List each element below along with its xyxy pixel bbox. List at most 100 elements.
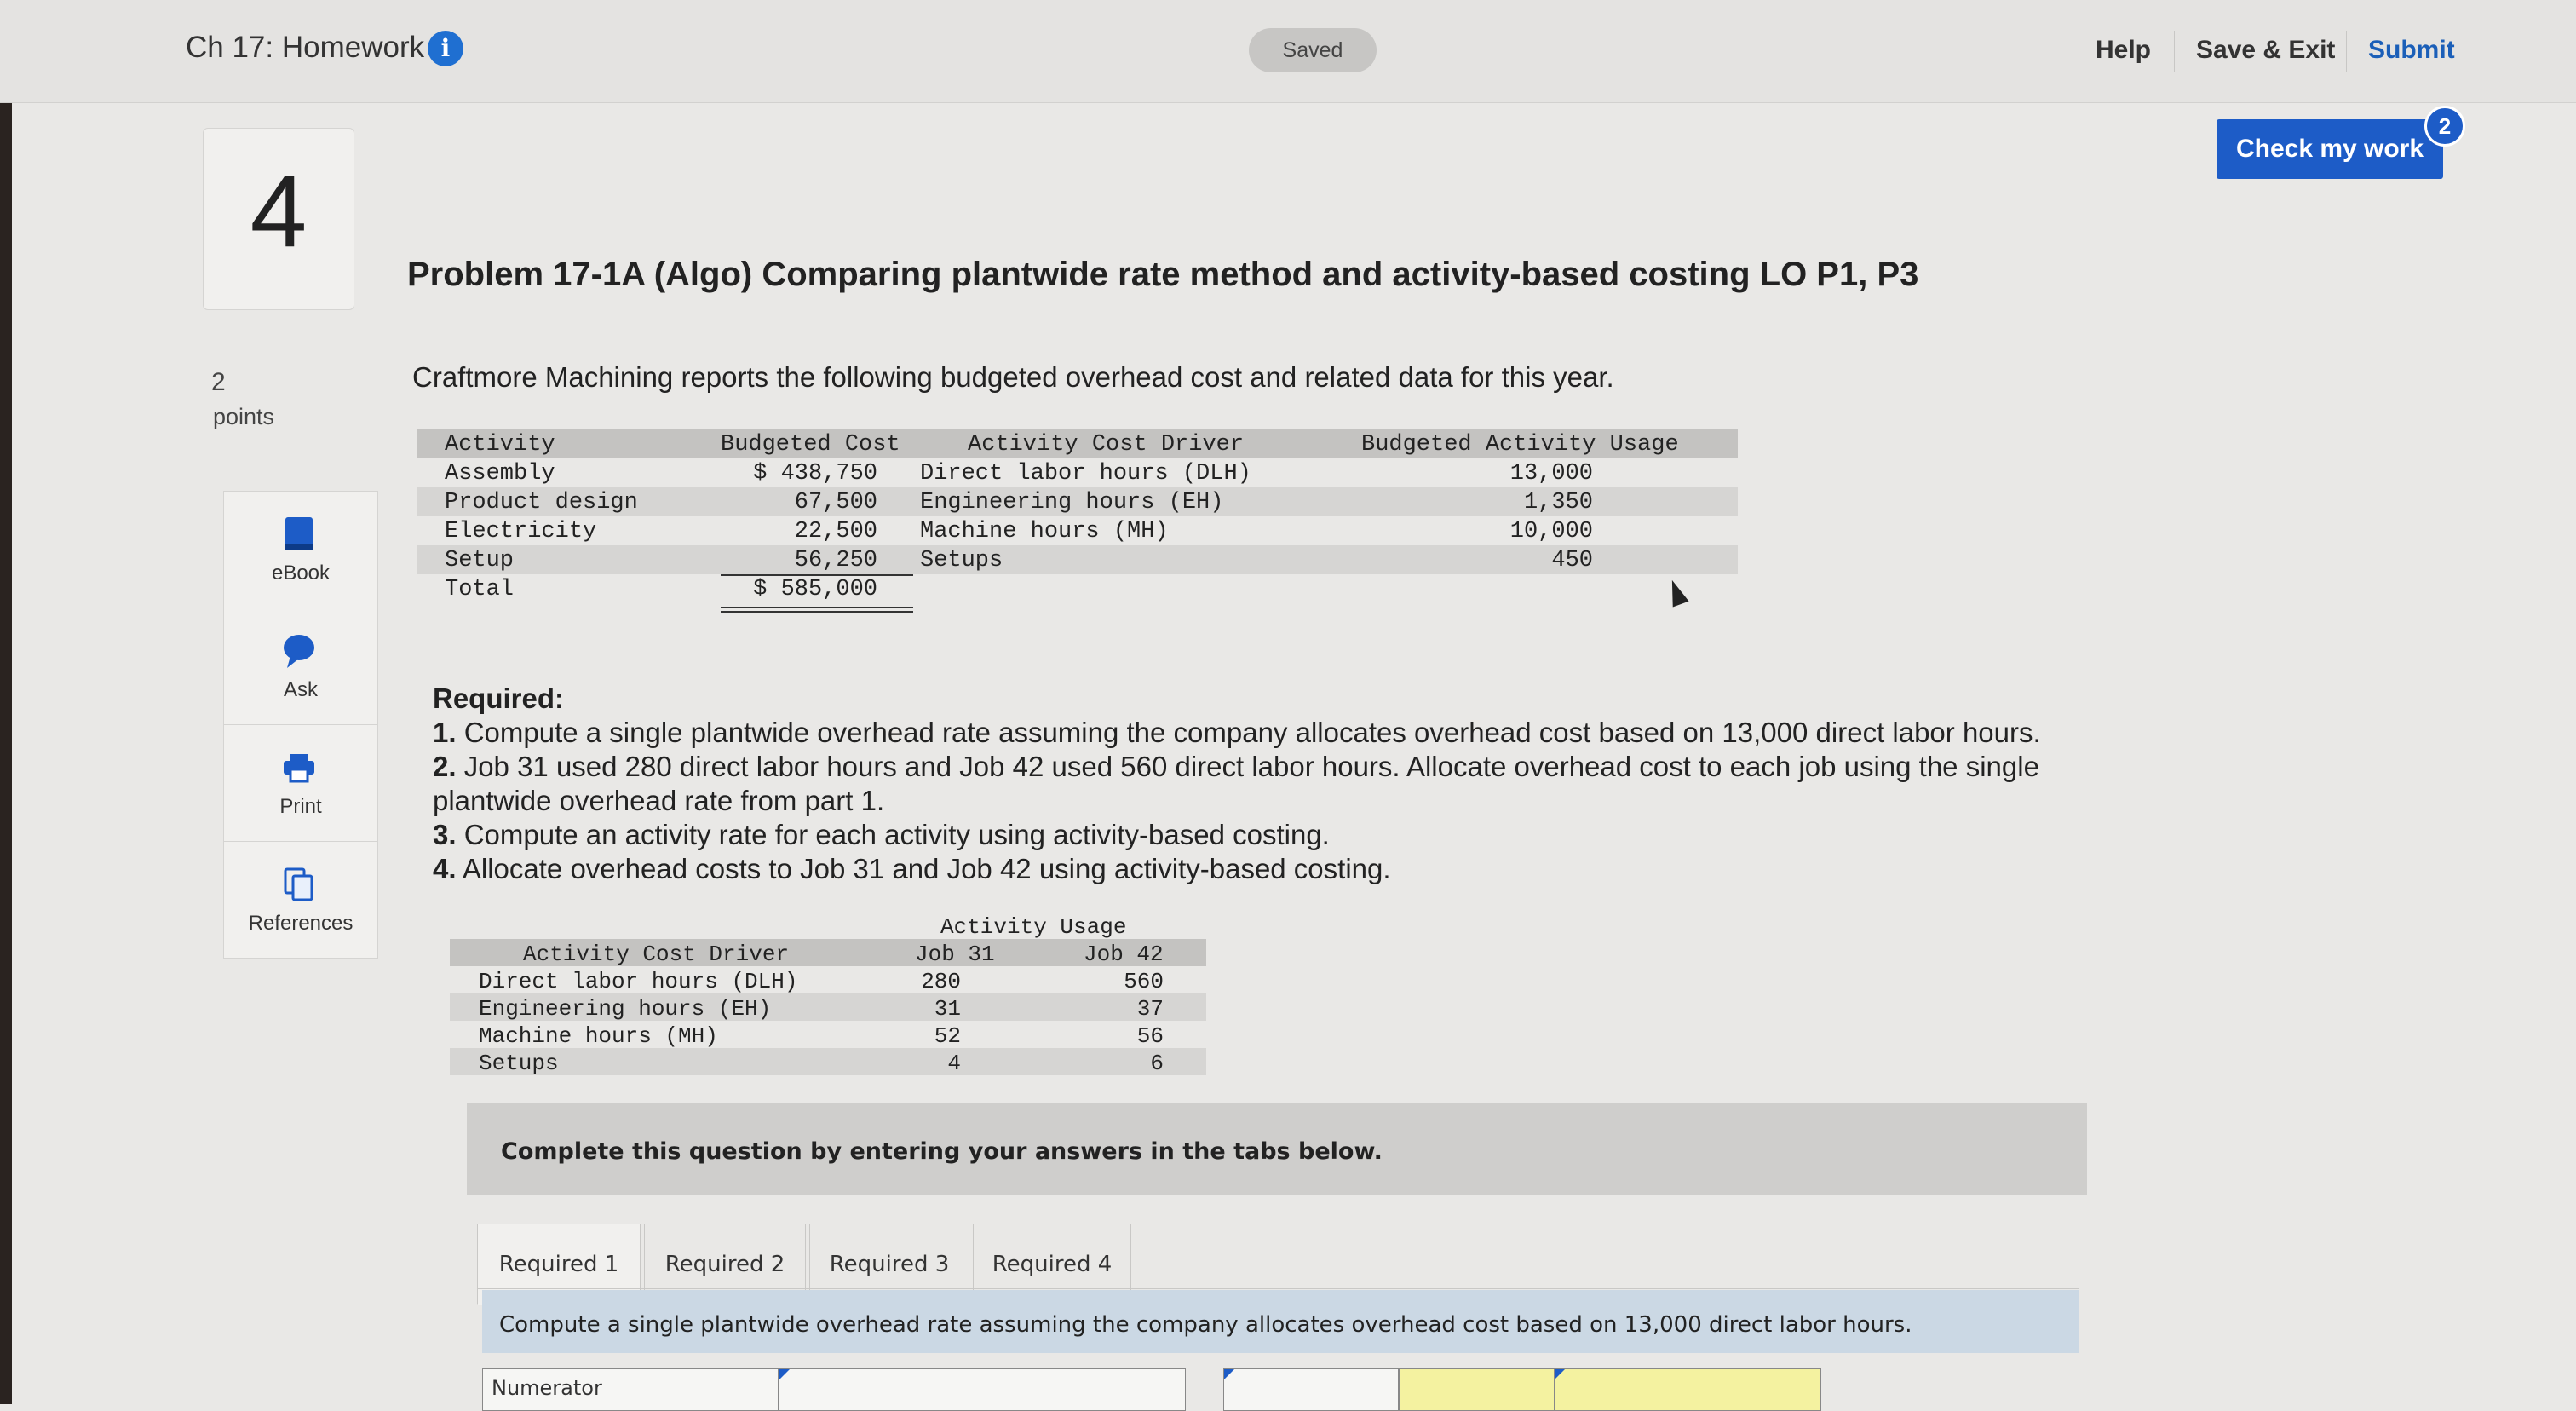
table-row: Assembly $ 438,750 Direct labor hours (D… xyxy=(417,458,1738,487)
table-row: Setups 4 6 xyxy=(450,1048,1206,1076)
column-header: Activity Cost Driver xyxy=(523,942,790,967)
check-work-count-badge: 2 xyxy=(2424,106,2465,147)
required-item: 4. Allocate overhead costs to Job 31 and… xyxy=(433,852,2085,886)
required-item-text: Compute a single plantwide overhead rate… xyxy=(456,717,2041,748)
table-row: Direct labor hours (DLH) 280 560 xyxy=(450,966,1206,994)
column-header: Budgeted Cost xyxy=(721,432,900,458)
required-instructions: Required: 1. Compute a single plantwide … xyxy=(433,682,2085,886)
driver-cell: Engineering hours (EH) xyxy=(479,996,772,1022)
usage-cell: 13,000 xyxy=(1509,461,1593,487)
total-double-rule xyxy=(721,607,913,608)
column-header: Budgeted Activity Usage xyxy=(1361,432,1679,458)
points-label: points xyxy=(213,404,275,429)
input-flag-icon xyxy=(779,1369,790,1379)
panel-text: Complete this question by entering your … xyxy=(501,1138,1383,1165)
book-icon xyxy=(285,517,313,550)
question-number: 4 xyxy=(250,154,308,268)
job31-cell: 52 xyxy=(934,1023,961,1049)
cost-cell: $ 438,750 xyxy=(753,461,877,487)
table-total-row: Total $ 585,000 xyxy=(417,574,1738,603)
column-header: Activity xyxy=(445,432,555,458)
driver-cell: Machine hours (MH) xyxy=(920,519,1169,544)
usage-cell: 10,000 xyxy=(1509,519,1593,544)
activity-cell: Assembly xyxy=(445,461,555,487)
total-double-rule xyxy=(721,611,913,613)
denominator-input[interactable] xyxy=(1223,1368,1399,1411)
sidebar-item-label: Ask xyxy=(283,678,318,701)
job42-cell: 6 xyxy=(1150,1051,1164,1076)
sidebar-item-label: References xyxy=(248,912,354,935)
cost-cell: 22,500 xyxy=(794,519,877,544)
numerator-input[interactable] xyxy=(779,1368,1186,1411)
group-header: Activity Usage xyxy=(940,914,1127,940)
table-group-header-row: Activity Usage xyxy=(450,912,1206,942)
required-item-number: 1. xyxy=(433,717,457,748)
left-edge-shadow xyxy=(0,0,12,1404)
table-row: Machine hours (MH) 52 56 xyxy=(450,1021,1206,1049)
job31-cell: 4 xyxy=(947,1051,961,1076)
check-my-work-button[interactable]: Check my work xyxy=(2217,119,2443,179)
column-header: Job 42 xyxy=(1084,942,1164,967)
divider xyxy=(2174,31,2175,72)
info-icon[interactable]: i xyxy=(428,31,463,66)
tab-divider xyxy=(477,1288,2079,1289)
sidebar-item-ebook[interactable]: eBook xyxy=(224,492,377,608)
required-title: Required: xyxy=(433,682,565,714)
help-link[interactable]: Help xyxy=(2096,36,2151,65)
required-item: 1. Compute a single plantwide overhead r… xyxy=(433,716,2085,750)
sidebar-item-references[interactable]: References xyxy=(224,842,377,958)
table-header-row: Activity Budgeted Cost Activity Cost Dri… xyxy=(417,429,1738,458)
chat-bubble-icon xyxy=(284,635,314,668)
assignment-title: Ch 17: Homework xyxy=(186,31,425,64)
tab-instruction-bar: Compute a single plantwide overhead rate… xyxy=(482,1290,2079,1353)
submit-link[interactable]: Submit xyxy=(2368,36,2455,65)
activity-cell: Electricity xyxy=(445,519,597,544)
answer-instructions-panel: Complete this question by entering your … xyxy=(467,1103,2087,1195)
total-rule xyxy=(721,574,913,576)
driver-cell: Direct labor hours (DLH) xyxy=(479,969,798,994)
question-number-box: 4 xyxy=(203,128,354,310)
activity-cell: Product design xyxy=(445,490,638,515)
saved-status-badge: Saved xyxy=(1249,28,1377,72)
required-item-text: Compute an activity rate for each activi… xyxy=(456,819,1330,850)
total-label: Total xyxy=(445,577,515,602)
cost-cell: 67,500 xyxy=(794,490,877,515)
job31-cell: 280 xyxy=(921,969,961,994)
job42-cell: 56 xyxy=(1136,1023,1164,1049)
rate-result-input[interactable] xyxy=(1554,1368,1821,1411)
top-bar: Ch 17: Homework i Saved Help Save & Exit… xyxy=(0,0,2576,103)
required-item-number: 4. xyxy=(433,853,457,884)
resource-sidebar: eBook Ask Print References xyxy=(223,491,378,959)
required-item-text: Job 31 used 280 direct labor hours and J… xyxy=(433,751,2039,816)
usage-cell: 1,350 xyxy=(1523,490,1593,515)
sidebar-item-ask[interactable]: Ask xyxy=(224,608,377,725)
table-row: Engineering hours (EH) 31 37 xyxy=(450,993,1206,1022)
driver-cell: Machine hours (MH) xyxy=(479,1023,718,1049)
table-row: Setup 56,250 Setups 450 xyxy=(417,545,1738,574)
usage-cell: 450 xyxy=(1551,548,1593,573)
divider xyxy=(2346,31,2347,72)
total-value: $ 585,000 xyxy=(753,577,877,602)
activity-cell: Setup xyxy=(445,548,515,573)
budget-table: Activity Budgeted Cost Activity Cost Dri… xyxy=(417,429,1738,603)
operator-cell xyxy=(1399,1368,1574,1411)
required-item-text: Allocate overhead costs to Job 31 and Jo… xyxy=(456,853,1391,884)
input-flag-icon xyxy=(1224,1369,1234,1379)
cost-cell: 56,250 xyxy=(794,548,877,573)
copy-icon xyxy=(284,867,313,901)
required-item: 2. Job 31 used 280 direct labor hours an… xyxy=(433,750,2085,818)
sidebar-item-label: Print xyxy=(279,795,322,818)
column-header: Job 31 xyxy=(915,942,995,967)
column-header: Activity Cost Driver xyxy=(968,432,1245,458)
numerator-label: Numerator xyxy=(492,1376,602,1400)
job42-cell: 560 xyxy=(1124,969,1164,994)
required-item: 3. Compute an activity rate for each act… xyxy=(433,818,2085,852)
activity-usage-table: Activity Usage Activity Cost Driver Job … xyxy=(450,912,1206,1076)
job42-cell: 37 xyxy=(1136,996,1164,1022)
save-exit-link[interactable]: Save & Exit xyxy=(2196,36,2335,65)
table-header-row: Activity Cost Driver Job 31 Job 42 xyxy=(450,939,1206,967)
sidebar-item-print[interactable]: Print xyxy=(224,725,377,842)
table-row: Product design 67,500 Engineering hours … xyxy=(417,487,1738,516)
problem-intro: Craftmore Machining reports the followin… xyxy=(412,361,1614,393)
problem-title: Problem 17-1A (Algo) Comparing plantwide… xyxy=(407,256,1919,293)
